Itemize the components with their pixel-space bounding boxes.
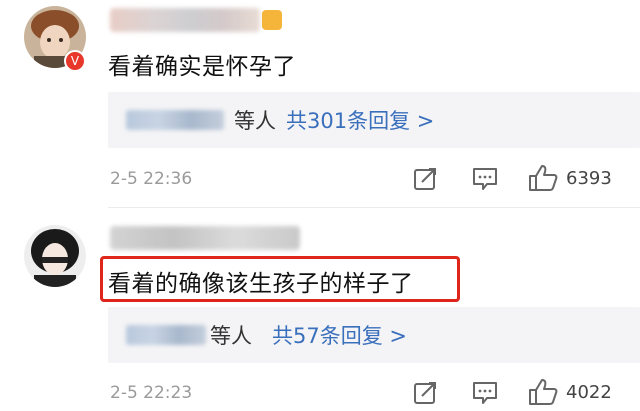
like-count: 4022 [566,382,612,403]
username-blurred[interactable] [110,8,260,32]
comment-icon[interactable] [472,167,498,191]
view-replies-link[interactable]: 共301条回复 > [286,105,434,135]
username-blurred[interactable] [110,226,300,250]
share-icon[interactable] [413,380,439,406]
comment-text: 看着确实是怀孕了 [108,54,296,80]
view-replies-link[interactable]: 共57条回复 > [272,320,407,350]
avatar[interactable] [24,225,86,287]
reply-users-blurred [126,325,206,345]
share-icon[interactable] [413,166,439,192]
like-count: 6393 [566,168,612,189]
highlight-box [100,256,460,302]
timestamp: 2-5 22:23 [110,383,193,403]
divider [108,207,640,208]
reply-users-blurred [126,110,224,130]
reply-suffix: 等人 [210,324,252,348]
badge-letter: V [70,54,80,68]
verified-badge-icon: V [64,50,86,72]
like-icon[interactable] [528,378,558,406]
comment-icon[interactable] [472,381,498,405]
reply-summary[interactable]: 等人 共57条回复 > [108,307,640,363]
timestamp: 2-5 22:36 [110,169,193,189]
like-icon[interactable] [528,164,558,192]
reply-summary[interactable]: 等人 共301条回复 > [108,92,640,148]
vip-icon [262,10,282,30]
reply-suffix: 等人 [234,109,276,133]
